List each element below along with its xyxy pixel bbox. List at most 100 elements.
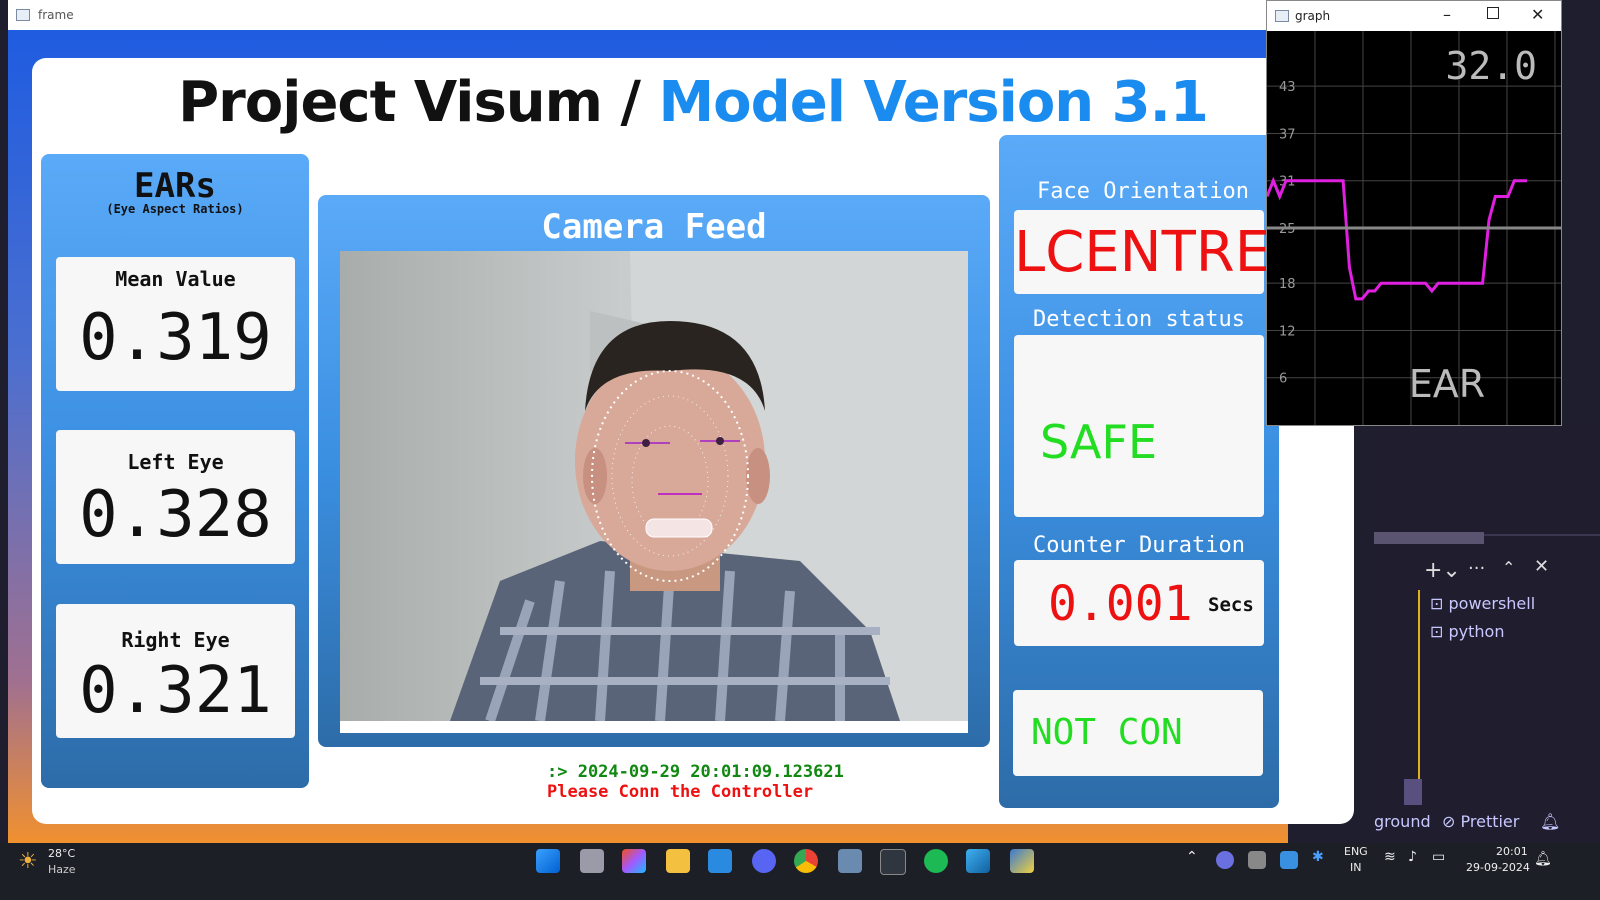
camera-frame <box>340 251 968 733</box>
wifi-icon[interactable]: ≋ <box>1384 849 1396 865</box>
language-top[interactable]: ENG <box>1344 845 1368 858</box>
counter-label: Counter Duration <box>1033 533 1245 558</box>
terminal-icon[interactable] <box>880 849 906 875</box>
page-title: Project Visum / Model Version 3.1 <box>32 70 1354 135</box>
ears-subtitle: (Eye Aspect Ratios) <box>106 202 244 216</box>
minimize-icon[interactable]: – <box>1443 5 1451 24</box>
status-item-background[interactable]: ground <box>1374 812 1431 831</box>
chrome-icon[interactable] <box>794 849 818 873</box>
counter-value: 0.001 <box>1048 576 1193 632</box>
add-terminal-icon[interactable]: +⌄ <box>1424 558 1461 583</box>
tray-device-icon[interactable] <box>1248 851 1266 869</box>
more-icon[interactable]: ··· <box>1468 558 1485 579</box>
terminal-item-python[interactable]: ⊡ python <box>1430 622 1504 641</box>
graph-y-tick-label: 6 <box>1279 372 1287 387</box>
battery-icon[interactable]: ▭ <box>1432 849 1445 865</box>
terminal-list-border <box>1418 590 1420 800</box>
volume-icon[interactable]: ♪ <box>1408 849 1417 865</box>
frame-canvas: Project Visum / Model Version 3.1 EARs (… <box>8 30 1354 843</box>
status-card: Face Orientation LCENTRE Detection statu… <box>999 135 1279 808</box>
graph-label: EAR <box>1409 362 1485 406</box>
frame-titlebar: frame <box>8 0 1288 31</box>
clock-time[interactable]: 20:01 <box>1496 845 1528 858</box>
discord-icon[interactable] <box>752 849 776 873</box>
mean-value: 0.319 <box>79 301 272 375</box>
graph-y-tick-label: 31 <box>1279 175 1296 190</box>
terminal-icon: ⊡ <box>1430 622 1449 641</box>
right-eye-value: 0.321 <box>79 654 272 728</box>
left-eye-box: Left Eye 0.328 <box>56 430 295 564</box>
horizontal-scrollbar[interactable] <box>1374 532 1484 544</box>
tray-discord-icon[interactable] <box>1216 851 1234 869</box>
camera-title: Camera Feed <box>541 207 767 247</box>
frame-title: frame <box>38 8 74 22</box>
close-icon[interactable]: ✕ <box>1531 5 1544 24</box>
orientation-label: Face Orientation <box>1037 179 1249 204</box>
weather-temp[interactable]: 28°C <box>48 847 75 860</box>
tray-chevron-icon[interactable]: ⌃ <box>1186 849 1198 865</box>
editor-side-panel: +⌄ ··· ⌃ ✕ ⊡ powershell ⊡ python ground … <box>1374 424 1600 843</box>
prettier-icon: ⊘ <box>1442 812 1461 831</box>
ear-series-line <box>1267 176 1527 301</box>
graph-window: graph – ✕ 4337312518126 32.0 EAR <box>1266 0 1562 426</box>
scrollbar-thumb[interactable] <box>1404 779 1422 805</box>
bluetooth-icon[interactable]: ✱ <box>1312 849 1324 865</box>
title-main: Project Visum / <box>178 70 659 135</box>
weather-desc[interactable]: Haze <box>48 863 76 876</box>
controller-status-box: NOT CON <box>1013 690 1263 776</box>
weather-icon[interactable]: ☀︎ <box>18 849 38 874</box>
orientation-box: LCENTRE <box>1014 210 1271 294</box>
taskbar: ☀︎ 28°C Haze ⌃ ✱ ENG IN ≋ ♪ ▭ 20:01 29-0… <box>0 843 1600 900</box>
spotify-icon[interactable] <box>924 849 948 873</box>
mean-value-box: Mean Value 0.319 <box>56 257 295 391</box>
window-app-icon <box>1275 10 1289 22</box>
counter-unit: Secs <box>1208 594 1254 616</box>
bell-icon[interactable]: 🔔︎ <box>1540 812 1560 831</box>
status-item-prettier[interactable]: ⊘ Prettier <box>1442 812 1519 831</box>
graph-y-tick-label: 43 <box>1279 80 1296 95</box>
python-icon[interactable] <box>1010 849 1034 873</box>
ears-title: EARs <box>134 166 216 206</box>
graph-y-tick-label: 12 <box>1279 324 1296 339</box>
notification-icon[interactable]: 🔔︎ <box>1534 851 1552 867</box>
paint-icon[interactable] <box>966 849 990 873</box>
mean-label: Mean Value <box>115 267 236 291</box>
graph-y-ticks: 4337312518126 <box>1279 80 1296 387</box>
file-explorer-icon[interactable] <box>666 849 690 873</box>
right-eye-box: Right Eye 0.321 <box>56 604 295 738</box>
maximize-panel-icon[interactable]: ⌃ <box>1502 558 1515 577</box>
counter-box: 0.001 Secs <box>1014 560 1264 646</box>
ear-graph: 4337312518126 32.0 EAR <box>1267 31 1561 425</box>
maximize-icon[interactable] <box>1487 7 1499 19</box>
close-panel-icon[interactable]: ✕ <box>1534 556 1549 577</box>
start-icon[interactable] <box>536 849 560 873</box>
clock-date[interactable]: 29-09-2024 <box>1466 861 1530 874</box>
language-bottom[interactable]: IN <box>1350 861 1361 874</box>
graph-y-tick-label: 37 <box>1279 127 1296 142</box>
ears-card: EARs (Eye Aspect Ratios) Mean Value 0.31… <box>41 154 309 788</box>
left-eye-value: 0.328 <box>79 478 272 552</box>
detection-label: Detection status <box>1033 307 1245 332</box>
camera-feed-image <box>340 251 968 721</box>
detection-value: SAFE <box>1040 415 1158 469</box>
right-eye-label: Right Eye <box>121 628 230 652</box>
camera-card: Camera Feed <box>318 195 990 747</box>
controller-status: NOT CON <box>1031 712 1183 753</box>
terminal-icon: ⊡ <box>1430 594 1449 613</box>
window-app-icon <box>16 9 30 21</box>
figma-icon[interactable] <box>622 849 646 873</box>
terminal-item-powershell[interactable]: ⊡ powershell <box>1430 594 1535 613</box>
graph-y-tick-label: 18 <box>1279 277 1296 292</box>
graph-current-value: 32.0 <box>1445 44 1537 88</box>
tray-security-icon[interactable] <box>1280 851 1298 869</box>
left-eye-label: Left Eye <box>127 450 224 474</box>
photos-icon[interactable] <box>838 849 862 873</box>
log-message: Please Conn the Controller <box>547 782 814 802</box>
task-view-icon[interactable] <box>580 849 604 873</box>
orientation-value: LCENTRE <box>1014 220 1271 285</box>
dashboard-panel: Project Visum / Model Version 3.1 EARs (… <box>32 58 1354 824</box>
graph-titlebar: graph – ✕ <box>1267 1 1561 31</box>
vscode-icon[interactable] <box>708 849 732 873</box>
frame-window: frame Project Visum / Model Version 3.1 … <box>8 0 1354 843</box>
title-accent: Model Version 3.1 <box>658 70 1208 135</box>
